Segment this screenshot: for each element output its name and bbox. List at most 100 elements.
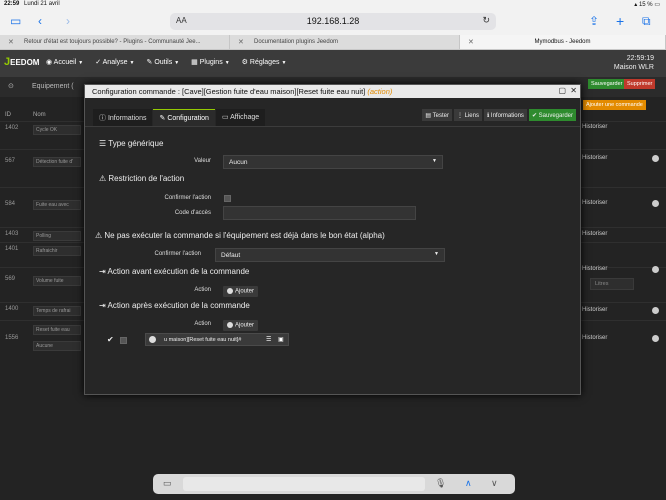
browser-tab-3[interactable]: ✕ Mymodbus - Jeedom (460, 35, 666, 49)
tabs-overview-icon[interactable]: ⧉ (642, 14, 651, 28)
chevron-up-icon[interactable]: ∧ (465, 478, 472, 489)
remove-icon[interactable] (652, 155, 659, 162)
close-tab-icon[interactable]: ✕ (8, 38, 14, 46)
add-action-after-button[interactable]: Ajouter (223, 320, 259, 331)
tab-label: Retour d'état est toujours possible? - P… (24, 39, 201, 45)
unit-input[interactable]: Litres (590, 278, 634, 290)
status-bar: 22:59 Lundi 21 avril ▴ 15 % ▭ (0, 0, 666, 9)
links-button[interactable]: ⋮ Liens (453, 109, 482, 121)
sign-in-icon: ⇥ (99, 301, 106, 310)
confirmer-action-label: Confirmer l'action (164, 195, 212, 201)
jeedom-logo[interactable]: JEEDOM (4, 56, 39, 68)
remove-icon[interactable] (652, 266, 659, 273)
action-label: Action (194, 321, 211, 327)
monitor-icon: ▭ (221, 114, 229, 121)
remove-icon[interactable] (652, 307, 659, 314)
enabled-check-icon[interactable]: ✔ (107, 335, 114, 344)
warning-icon: ⚠ (95, 231, 103, 240)
command-config-modal: Configuration commande : [Cave][Gestion … (84, 84, 581, 395)
page-save-button[interactable]: Sauvegarder (588, 79, 626, 89)
browser-tabs: ✕ Retour d'état est toujours possible? -… (0, 35, 666, 50)
after-action-cmd-input[interactable]: u maison][Reset fuite eau nuit]# (164, 337, 241, 343)
remove-icon[interactable] (652, 335, 659, 342)
main-menu: ◉ Accueil ▼ ✓ Analyse ▼ ✎ Outils ▼ ▦ Plugin… (46, 58, 286, 66)
type-generique-select[interactable]: Aucun ▼ (223, 155, 443, 169)
url-text: 192.168.1.28 (306, 16, 360, 26)
remove-action-icon[interactable] (149, 336, 156, 343)
browser-tab-2[interactable]: ✕ Documentation plugins Jeedom (230, 35, 460, 49)
code-acces-input[interactable] (223, 206, 416, 220)
modal-actions: ▤ Tester ⋮ Liens ℹ Informations ✔ Sauveg… (422, 109, 576, 121)
back-circle-icon[interactable]: ⊙ (8, 82, 14, 90)
historiser-label: Historiser (582, 200, 608, 206)
add-action-before-button[interactable]: Ajouter (223, 286, 259, 297)
new-tab-icon[interactable]: + (616, 14, 624, 28)
plus-circle-icon (227, 288, 233, 294)
maximize-icon[interactable]: ▢ (558, 86, 566, 95)
parallel-checkbox[interactable] (120, 337, 127, 344)
sign-in-icon: ⇥ (99, 267, 106, 276)
page-delete-button[interactable]: Supprimer (624, 79, 656, 89)
code-acces-label: Code d'accès (174, 210, 211, 216)
historiser-label: Historiser (582, 335, 608, 341)
list-cmd-icon[interactable]: ☰ (266, 336, 271, 343)
tab-informations[interactable]: ⓘ Informations (93, 109, 153, 126)
address-bar[interactable]: AA 192.168.1.28 ↻ (170, 13, 496, 30)
etat-select[interactable]: Défaut ▼ (215, 248, 445, 262)
close-tab-icon[interactable]: ✕ (468, 38, 474, 46)
status-time: 22:59 (4, 1, 20, 7)
list-icon: ☰ (99, 139, 107, 148)
close-icon[interactable]: ✕ (570, 86, 577, 95)
options-icon[interactable]: ▣ (278, 336, 284, 343)
action-label: Action (194, 287, 211, 293)
status-date: Lundi 21 avril (24, 1, 60, 7)
keyboard-icon[interactable]: ▭ (163, 478, 172, 489)
sidebar-icon[interactable]: ▭ (10, 14, 21, 28)
back-icon[interactable]: ‹ (38, 14, 42, 28)
informations-button[interactable]: ℹ Informations (483, 109, 527, 121)
share-icon[interactable]: ⇪ (589, 14, 599, 28)
clock-name: Maison WLR (613, 64, 654, 71)
menu-analyse[interactable]: ✓ Analyse ▼ (95, 58, 134, 66)
browser-toolbar: ▭ ‹ › AA 192.168.1.28 ↻ ⇪ + ⧉ (0, 9, 666, 35)
confirm-action-checkbox[interactable] (224, 195, 231, 202)
menu-reglages[interactable]: ⚙ Réglages ▼ (242, 58, 287, 66)
historiser-label: Historiser (582, 124, 608, 130)
section-restriction: ⚠ Restriction de l'action (99, 174, 185, 183)
menu-accueil[interactable]: ◉ Accueil ▼ (46, 58, 83, 66)
jeedom-clock: 22:59:19 Maison WLR (614, 54, 654, 72)
chevron-down-icon[interactable]: ∨ (491, 478, 498, 489)
tab-configuration[interactable]: ✎ Configuration (153, 109, 215, 126)
chevron-down-icon: ▼ (432, 158, 437, 164)
equipment-tab[interactable]: Equipement ( (32, 83, 74, 90)
tab-affichage[interactable]: ▭ Affichage (215, 109, 266, 126)
section-type-generique: ☰ Type générique (99, 139, 164, 148)
keyboard-field[interactable] (183, 477, 425, 491)
remove-icon[interactable] (652, 200, 659, 207)
forward-icon[interactable]: › (66, 14, 70, 28)
plus-circle-icon (227, 322, 233, 328)
modal-title-bar: Configuration commande : [Cave][Gestion … (85, 85, 580, 98)
section-ne-pas-executer: ⚠ Ne pas exécuter la commande si l'équip… (95, 231, 385, 240)
historiser-label: Historiser (582, 307, 608, 313)
tab-divider (85, 126, 580, 127)
menu-outils[interactable]: ✎ Outils ▼ (147, 58, 180, 66)
battery-indicator: ▴ 15 % ▭ (634, 2, 660, 8)
reload-icon[interactable]: ↻ (482, 15, 490, 26)
close-tab-icon[interactable]: ✕ (238, 38, 244, 46)
menu-plugins[interactable]: ▦ Plugins ▼ (191, 58, 229, 66)
section-action-avant: ⇥ Action avant exécution de la commande (99, 267, 250, 276)
col-id: ID (5, 112, 11, 118)
browser-tab-1[interactable]: ✕ Retour d'état est toujours possible? -… (0, 35, 230, 49)
row-select[interactable]: Aucune (33, 341, 81, 351)
jeedom-navbar: JEEDOM ◉ Accueil ▼ ✓ Analyse ▼ ✎ Outils ▼ ▦… (0, 50, 666, 77)
modal-save-button[interactable]: ✔ Sauvegarder (528, 109, 576, 121)
modal-title: Configuration commande : [Cave][Gestion … (92, 87, 366, 96)
test-button[interactable]: ▤ Tester (422, 109, 452, 121)
confirmer-action-label: Confirmer l'action (154, 251, 202, 257)
microphone-icon[interactable]: 🎙 (435, 478, 446, 489)
historiser-label: Historiser (582, 155, 608, 161)
valeur-label: Valeur (194, 158, 211, 164)
add-command-button[interactable]: Ajouter une commande (583, 100, 646, 110)
warning-icon: ⚠ (99, 174, 107, 183)
